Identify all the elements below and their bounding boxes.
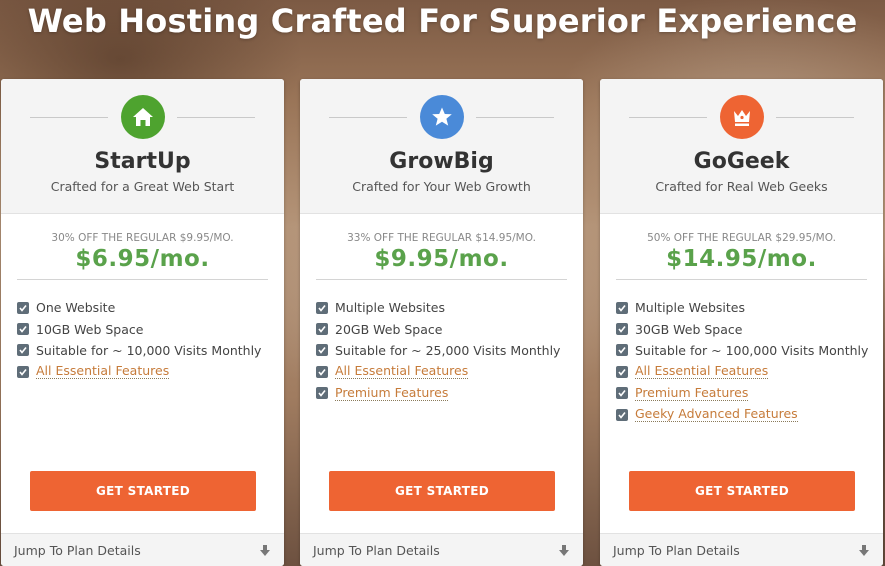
- checkbox-icon: [17, 365, 29, 378]
- plan-name: StartUp: [94, 149, 191, 174]
- plan-card-growbig: GrowBig Crafted for Your Web Growth 33% …: [300, 79, 583, 566]
- checkbox-icon: [616, 365, 628, 378]
- feature-item: One Website: [17, 297, 277, 318]
- feature-item: Suitable for ~ 100,000 Visits Monthly: [616, 340, 876, 361]
- star-icon: [420, 95, 464, 139]
- regular-price-note: 33% OFF THE REGULAR $14.95/MO.: [347, 232, 536, 244]
- feature-link[interactable]: All Essential Features: [335, 364, 469, 380]
- jump-label: Jump To Plan Details: [14, 543, 141, 558]
- checkbox-icon: [616, 387, 628, 400]
- feature-text: Multiple Websites: [635, 300, 745, 316]
- checkbox-icon: [316, 387, 328, 400]
- feature-item: Premium Features: [316, 383, 576, 404]
- plan-header: GoGeek Crafted for Real Web Geeks: [600, 79, 883, 214]
- crown-icon: [720, 95, 764, 139]
- feature-text: Multiple Websites: [335, 300, 445, 316]
- feature-item: Premium Features: [616, 383, 876, 404]
- plan-header: GrowBig Crafted for Your Web Growth: [300, 79, 583, 214]
- get-started-button[interactable]: GET STARTED: [30, 471, 256, 511]
- get-started-button[interactable]: GET STARTED: [629, 471, 855, 511]
- plan-name: GoGeek: [693, 149, 790, 174]
- feature-list: Multiple Websites 20GB Web Space Suitabl…: [316, 297, 576, 404]
- feature-text: One Website: [36, 300, 116, 316]
- divider-line: [329, 117, 407, 118]
- feature-text: Suitable for ~ 25,000 Visits Monthly: [335, 342, 561, 358]
- feature-item: Suitable for ~ 25,000 Visits Monthly: [316, 340, 576, 361]
- plan-price: $14.95/mo.: [666, 246, 817, 272]
- arrow-down-icon: [260, 545, 270, 556]
- jump-to-plan-details[interactable]: Jump To Plan Details: [600, 533, 883, 566]
- jump-label: Jump To Plan Details: [313, 543, 440, 558]
- plan-tagline: Crafted for Your Web Growth: [352, 179, 531, 194]
- get-started-button[interactable]: GET STARTED: [329, 471, 555, 511]
- plan-card-startup: StartUp Crafted for a Great Web Start 30…: [1, 79, 284, 566]
- checkbox-icon: [316, 344, 328, 357]
- price-divider: [17, 279, 268, 280]
- feature-item: Multiple Websites: [316, 297, 576, 318]
- regular-price-note: 30% OFF THE REGULAR $9.95/MO.: [51, 232, 234, 244]
- feature-link[interactable]: Premium Features: [335, 385, 449, 401]
- checkbox-icon: [616, 301, 628, 314]
- feature-item: Multiple Websites: [616, 297, 876, 318]
- feature-item: All Essential Features: [316, 361, 576, 382]
- checkbox-icon: [616, 344, 628, 357]
- feature-item: 10GB Web Space: [17, 318, 277, 339]
- feature-item: All Essential Features: [17, 361, 277, 382]
- feature-link[interactable]: All Essential Features: [36, 364, 170, 380]
- plan-tagline: Crafted for a Great Web Start: [50, 179, 235, 194]
- plan-card-gogeek: GoGeek Crafted for Real Web Geeks 50% OF…: [600, 79, 883, 566]
- plan-name: GrowBig: [389, 149, 494, 174]
- feature-item: Suitable for ~ 10,000 Visits Monthly: [17, 340, 277, 361]
- checkbox-icon: [616, 408, 628, 421]
- regular-price-note: 50% OFF THE REGULAR $29.95/MO.: [647, 232, 836, 244]
- checkbox-icon: [616, 323, 628, 336]
- feature-text: Suitable for ~ 10,000 Visits Monthly: [36, 342, 262, 358]
- checkbox-icon: [17, 301, 29, 314]
- jump-to-plan-details[interactable]: Jump To Plan Details: [300, 533, 583, 566]
- feature-item: Geeky Advanced Features: [616, 404, 876, 425]
- jump-to-plan-details[interactable]: Jump To Plan Details: [1, 533, 284, 566]
- plan-tagline: Crafted for Real Web Geeks: [655, 179, 828, 194]
- price-divider: [316, 279, 567, 280]
- checkbox-icon: [316, 365, 328, 378]
- jump-label: Jump To Plan Details: [613, 543, 740, 558]
- feature-link[interactable]: Geeky Advanced Features: [635, 407, 798, 423]
- arrow-down-icon: [859, 545, 869, 556]
- feature-text: 20GB Web Space: [335, 321, 443, 337]
- feature-item: 20GB Web Space: [316, 318, 576, 339]
- checkbox-icon: [17, 344, 29, 357]
- feature-link[interactable]: All Essential Features: [635, 364, 769, 380]
- checkbox-icon: [316, 323, 328, 336]
- house-icon: [121, 95, 165, 139]
- checkbox-icon: [17, 323, 29, 336]
- divider-line: [30, 117, 108, 118]
- feature-list: One Website 10GB Web Space Suitable for …: [17, 297, 277, 383]
- page-headline: Web Hosting Crafted For Superior Experie…: [27, 2, 858, 40]
- feature-text: 30GB Web Space: [635, 321, 743, 337]
- price-divider: [616, 279, 867, 280]
- plan-price: $6.95/mo.: [75, 246, 210, 272]
- divider-line: [629, 117, 707, 118]
- feature-text: Suitable for ~ 100,000 Visits Monthly: [635, 342, 869, 358]
- divider-line: [177, 117, 255, 118]
- feature-item: 30GB Web Space: [616, 318, 876, 339]
- plan-price: $9.95/mo.: [374, 246, 509, 272]
- feature-list: Multiple Websites 30GB Web Space Suitabl…: [616, 297, 876, 425]
- checkbox-icon: [316, 301, 328, 314]
- plan-header: StartUp Crafted for a Great Web Start: [1, 79, 284, 214]
- divider-line: [776, 117, 854, 118]
- feature-text: 10GB Web Space: [36, 321, 144, 337]
- arrow-down-icon: [559, 545, 569, 556]
- feature-link[interactable]: Premium Features: [635, 385, 749, 401]
- feature-item: All Essential Features: [616, 361, 876, 382]
- divider-line: [476, 117, 554, 118]
